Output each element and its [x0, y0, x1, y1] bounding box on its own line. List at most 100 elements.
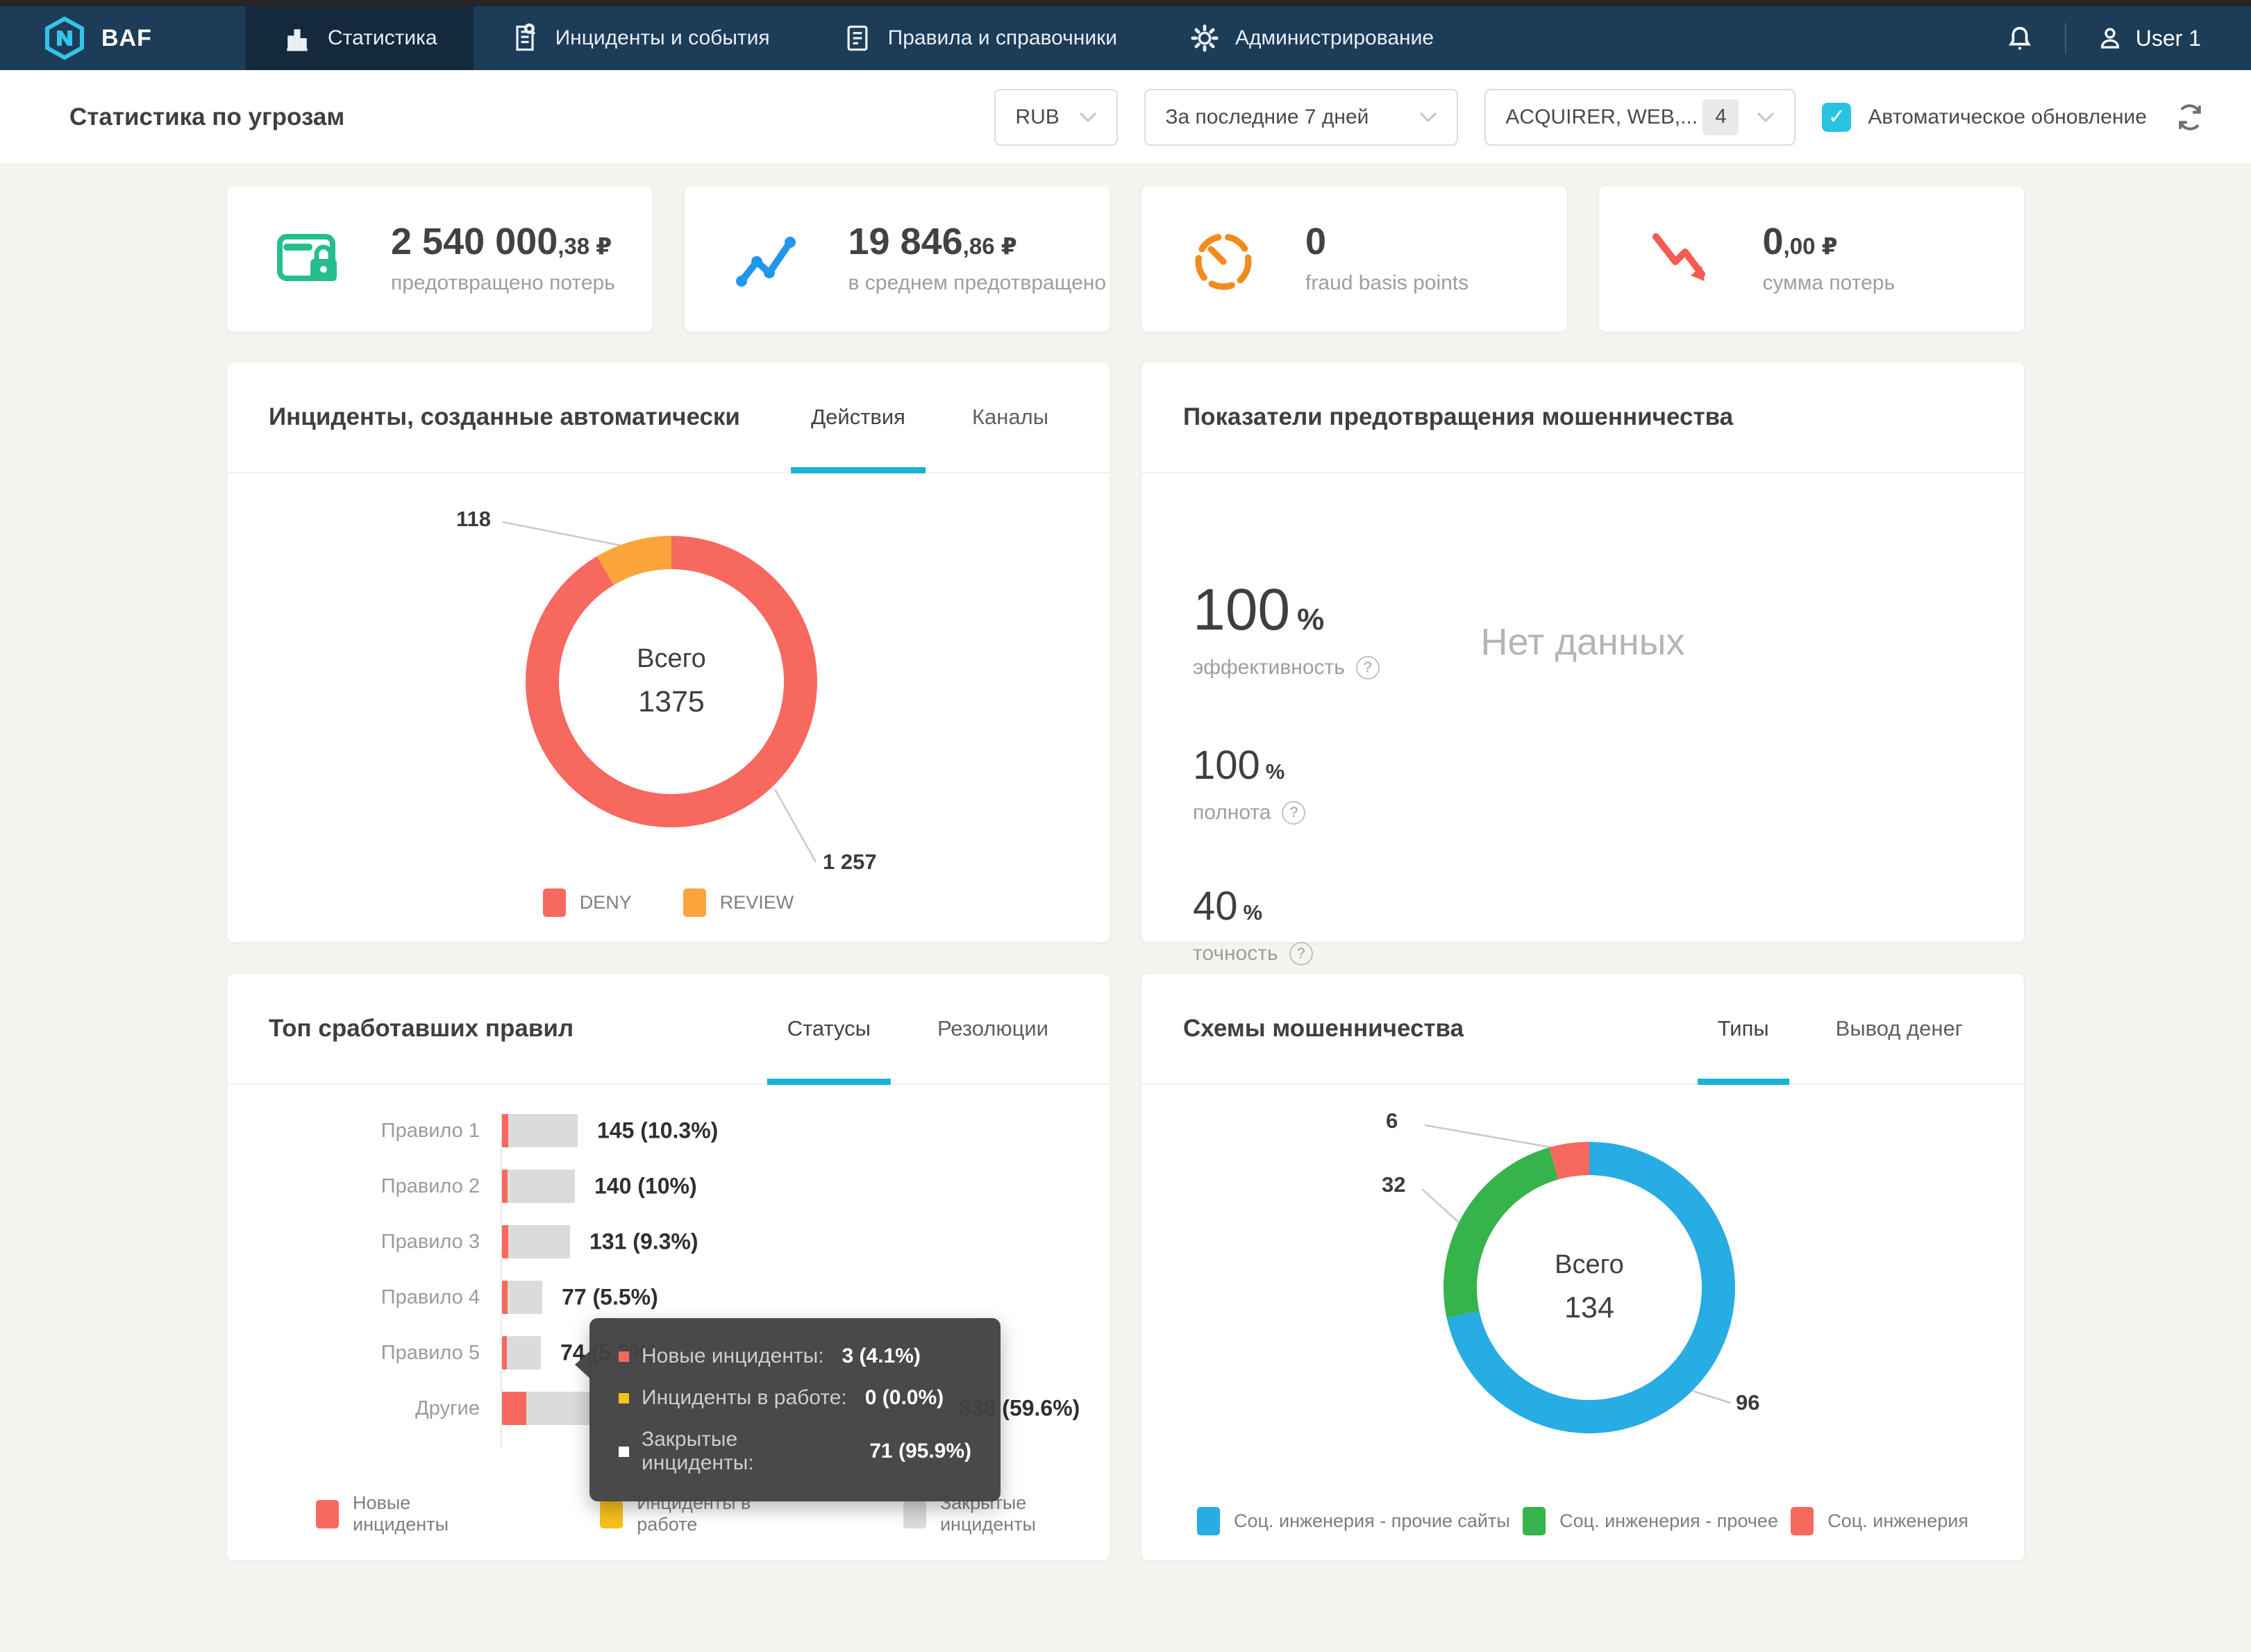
filter-bar: Статистика по угрозам RUB За последние 7…: [0, 70, 2251, 165]
legend-item: REVIEW: [683, 888, 794, 917]
panel-auto-incidents: Инциденты, созданные автоматически Дейст…: [226, 362, 1110, 943]
period-select[interactable]: За последние 7 дней: [1144, 89, 1458, 146]
nav-item-rules[interactable]: Правила и справочники: [806, 6, 1153, 70]
baf-logo-icon: [44, 17, 85, 60]
bar-new-segment: [502, 1225, 508, 1258]
panel-title: Показатели предотвращения мошенничества: [1183, 403, 1733, 431]
callout-deny: 1 257: [823, 850, 877, 875]
panel-prevention-metrics: Показатели предотвращения мошенничества …: [1141, 362, 2025, 943]
tooltip-row: Новые инциденты:3 (4.1%): [619, 1345, 971, 1368]
tab-types[interactable]: Типы: [1718, 974, 1769, 1084]
callout-review: 118: [456, 507, 491, 532]
panel-top-rules: Топ сработавших правил Статусы Резолюции…: [226, 973, 1110, 1561]
panel-fraud-schemes: Схемы мошенничества Типы Вывод денег Все…: [1141, 973, 2025, 1561]
legend-item: DENY: [543, 888, 632, 917]
tabs: Типы Вывод денег: [1718, 974, 1963, 1084]
bar-closed-segment: [502, 1281, 542, 1314]
bar-value-label: 145 (10.3%): [597, 1118, 718, 1144]
loss-arrow-icon: [1645, 223, 1721, 295]
stat-cards: 2 540 000,38 ₽ предотвращено потерь 19 8…: [226, 185, 2025, 332]
card-label: предотвращено потерь: [391, 271, 615, 295]
gauge-icon: [1187, 223, 1264, 295]
bar-new-segment: [502, 1170, 508, 1203]
legend-item: Соц. инженерия: [1791, 1507, 1968, 1535]
tab-channels[interactable]: Каналы: [972, 362, 1048, 472]
bar-chart-icon: [282, 23, 312, 53]
nav-right: User 1: [2004, 6, 2251, 70]
top-nav: BAF Статистика: [0, 6, 2251, 70]
legend-label: Соц. инженерия - прочие сайты: [1234, 1510, 1510, 1532]
bar-value-label: 131 (9.3%): [589, 1229, 698, 1255]
legend-label: Соц. инженерия: [1827, 1510, 1968, 1532]
bell-icon[interactable]: [2004, 22, 2036, 54]
bar-closed-segment: [502, 1225, 570, 1258]
bar-category-label: Правило 5: [269, 1342, 501, 1365]
stat-card-prevented-losses: 2 540 000,38 ₽ предотвращено потерь: [226, 185, 653, 332]
legend-label: Новые инциденты: [353, 1492, 496, 1535]
help-icon[interactable]: ?: [1282, 801, 1305, 825]
tooltip-row: Закрытые инциденты:71 (95.9%): [619, 1428, 971, 1475]
user-icon: [2095, 24, 2125, 53]
callout-soc-eng-other: 32: [1382, 1172, 1405, 1197]
tabs: Действия Каналы: [811, 362, 1048, 472]
legend: DENY REVIEW: [227, 888, 1110, 917]
tooltip-bullet: [619, 1393, 629, 1404]
help-icon[interactable]: ?: [1289, 942, 1313, 966]
metrics: 100% эффективность? 100% полнота? 40% то…: [1193, 576, 1380, 966]
panels-grid: Инциденты, созданные автоматически Дейст…: [226, 362, 2025, 1561]
user-menu[interactable]: User 1: [2095, 24, 2201, 53]
stat-card-avg-prevented: 19 846,86 ₽ в среднем предотвращено: [684, 185, 1111, 332]
card-label: сумма потерь: [1763, 271, 1896, 295]
tab-cashout[interactable]: Вывод денег: [1836, 974, 1963, 1084]
card-lock-icon: [273, 223, 349, 295]
bar-closed-segment: [502, 1170, 575, 1203]
window-top-strip: [0, 0, 2251, 6]
tab-statuses[interactable]: Статусы: [787, 974, 871, 1084]
main-content: 2 540 000,38 ₽ предотвращено потерь 19 8…: [226, 185, 2025, 1603]
nav-item-label: Статистика: [328, 26, 437, 50]
bar-value-label: 77 (5.5%): [562, 1285, 658, 1310]
currency-select[interactable]: RUB: [994, 89, 1118, 146]
panel-header: Показатели предотвращения мошенничества: [1141, 362, 2024, 473]
legend-swatch: [316, 1500, 339, 1528]
bar-row-Правило 4: Правило 477 (5.5%): [269, 1270, 1068, 1325]
nav-divider: [2065, 23, 2066, 53]
stat-card-loss-amount: 0,00 ₽ сумма потерь: [1598, 185, 2025, 332]
bar-new-segment: [502, 1336, 507, 1369]
trend-icon: [730, 223, 807, 295]
tab-resolutions[interactable]: Резолюции: [937, 974, 1048, 1084]
legend-label: REVIEW: [720, 892, 794, 913]
tab-actions[interactable]: Действия: [811, 362, 905, 472]
legend-swatch: [903, 1500, 926, 1528]
legend-item: Соц. инженерия - прочие сайты: [1197, 1507, 1510, 1535]
legend-swatch: [600, 1500, 623, 1528]
gear-icon: [1189, 23, 1220, 53]
chevron-down-icon: [1419, 112, 1437, 123]
chevron-down-icon: [1757, 112, 1775, 123]
panel-header: Инциденты, созданные автоматически Дейст…: [227, 362, 1110, 473]
nav-item-administration[interactable]: Администрирование: [1153, 6, 1470, 70]
nav-item-statistics[interactable]: Статистика: [246, 6, 474, 70]
bar-category-label: Правило 1: [269, 1120, 501, 1143]
rules-icon: [842, 23, 873, 53]
nav-item-incidents[interactable]: Инциденты и события: [474, 6, 806, 70]
legend-swatch: [543, 888, 566, 917]
bar-category-label: Правило 3: [269, 1231, 501, 1254]
metric-effectiveness: 100% эффективность?: [1193, 576, 1380, 680]
legend-swatch: [683, 888, 706, 917]
tooltip-bullet: [619, 1351, 629, 1362]
channels-select[interactable]: ACQUIRER, WEB,... 4: [1484, 89, 1796, 146]
help-icon[interactable]: ?: [1356, 656, 1380, 680]
incidents-icon: [510, 23, 540, 53]
bar-new-segment: [502, 1392, 526, 1425]
refresh-icon[interactable]: [2173, 101, 2207, 134]
legend-swatch: [1523, 1507, 1546, 1535]
incidents-donut-chart: Всего 1375 118 1 257 DENYREVIEW: [227, 473, 1110, 942]
page-title: Статистика по угрозам: [69, 103, 344, 131]
auto-refresh-checkbox[interactable]: ✓: [1822, 103, 1851, 132]
bar-value-label: 140 (10%): [594, 1174, 697, 1199]
bar-category-label: Другие: [269, 1397, 501, 1420]
chevron-down-icon: [1079, 112, 1097, 123]
legend-label: Соц. инженерия - прочее: [1559, 1510, 1778, 1532]
channels-count-badge: 4: [1702, 99, 1739, 135]
